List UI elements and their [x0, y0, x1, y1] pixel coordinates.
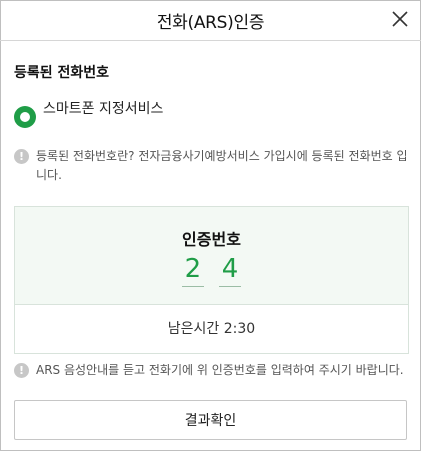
ars-instruction: ! ARS 음성안내를 듣고 전화기에 위 인증번호를 입력하여 주시기 바랍니… — [14, 361, 414, 381]
verification-code-panel: 인증번호 2 4 — [15, 207, 408, 305]
verification-code-box: 인증번호 2 4 남은시간 2:30 — [14, 206, 409, 354]
remaining-time: 남은시간 2:30 — [167, 321, 256, 337]
smartphone-service-label[interactable]: 스마트폰 지정서비스 — [43, 98, 163, 118]
registered-phone-title: 등록된 전화번호 — [14, 65, 110, 81]
verification-digits: 2 4 — [15, 253, 408, 287]
registered-phone-info-text: 등록된 전화번호란? 전자금융사기예방서비스 가입시에 등록된 전화번호 입니다… — [36, 149, 408, 182]
info-icon: ! — [14, 149, 29, 164]
verification-digit: 4 — [219, 253, 242, 287]
info-icon: ! — [14, 363, 29, 378]
ars-instruction-text: ARS 음성안내를 듣고 전화기에 위 인증번호를 입력하여 주시기 바랍니다. — [36, 363, 404, 377]
verification-digit: 2 — [181, 253, 204, 287]
verification-code-label: 인증번호 — [182, 230, 241, 249]
radio-selected-icon[interactable] — [14, 106, 36, 128]
close-icon[interactable] — [389, 8, 411, 30]
confirm-result-button[interactable]: 결과확인 — [14, 400, 407, 440]
registered-phone-info: ! 등록된 전화번호란? 전자금융사기예방서비스 가입시에 등록된 전화번호 입… — [14, 147, 409, 187]
dialog-header: 전화(ARS)인증 — [0, 0, 421, 41]
dialog-title: 전화(ARS)인증 — [156, 13, 265, 33]
